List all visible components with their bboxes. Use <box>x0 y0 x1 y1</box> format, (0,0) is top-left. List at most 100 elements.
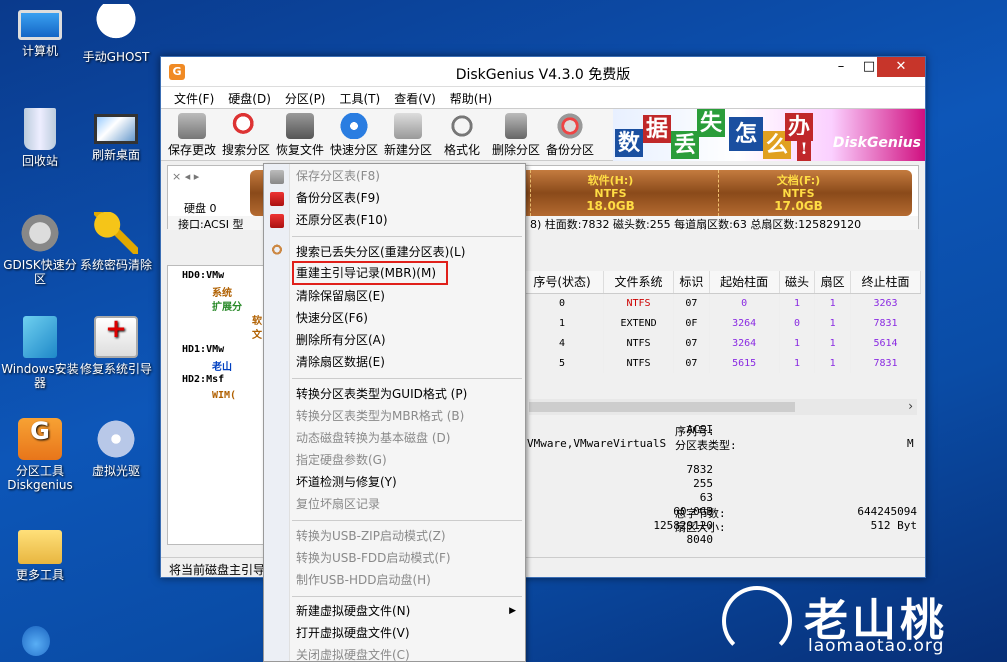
tree-node-laoshan[interactable]: 老山 <box>212 358 232 373</box>
scrollbar-thumb[interactable] <box>529 402 795 412</box>
disk-icon <box>340 113 368 139</box>
scroll-right-icon[interactable]: › <box>908 399 913 413</box>
desktop-icon-boot-repair[interactable]: 修复系统引导 <box>76 316 156 376</box>
title-bar[interactable]: G DiskGenius V4.3.0 免费版 – □ ✕ <box>161 57 925 87</box>
menu-item-rebuild-mbr[interactable]: 重建主引导记录(MBR)(M) <box>292 261 448 285</box>
col-sector[interactable]: 扇区 <box>814 271 852 294</box>
tool-label: 新建分区 <box>383 143 432 157</box>
table-row[interactable]: 4 NTFS 07 3264 1 1 5614 <box>521 333 921 353</box>
quick-partition-button[interactable]: 快速分区 <box>327 109 381 158</box>
desktop-icon-recycle-bin[interactable]: 回收站 <box>0 108 80 168</box>
ad-banner[interactable]: 数 据 丢 失 怎 么 办 ! DiskGenius <box>613 109 925 161</box>
desktop-icon-diskgenius[interactable]: 分区工具Diskgenius <box>0 418 80 492</box>
banner-char: 据 <box>643 115 671 143</box>
search-partition-button[interactable]: 搜索分区 <box>219 109 273 158</box>
menu-partition[interactable]: 分区(P) <box>278 87 333 108</box>
menu-item-restore-partition-table[interactable]: 还原分区表(F10) <box>296 210 522 230</box>
menu-item-search-lost-partitions[interactable]: 搜索已丢失分区(重建分区表)(L) <box>296 242 522 262</box>
desktop-icon-windows-installer[interactable]: Windows安装器 <box>0 316 80 390</box>
tree-node-docs[interactable]: 文 <box>252 326 262 341</box>
table-row[interactable]: 1 EXTEND 0F 3264 0 1 7831 <box>521 313 921 333</box>
menu-item-clear-sector-data[interactable]: 清除扇区数据(E) <box>296 352 522 372</box>
disk-label: 硬盘 0 <box>184 202 217 215</box>
menu-item-disk-params[interactable]: 指定硬盘参数(G) <box>296 450 522 470</box>
delete-partition-button[interactable]: 删除分区 <box>489 109 543 158</box>
tool-label: 备份分区 <box>545 143 594 157</box>
table-horizontal-scrollbar[interactable]: › <box>529 399 917 415</box>
banner-char: 数 <box>615 129 643 157</box>
menu-disk[interactable]: 硬盘(D) <box>221 87 278 108</box>
menu-item-usb-fdd[interactable]: 转换为USB-FDD启动模式(F) <box>296 548 522 568</box>
close-button[interactable]: ✕ <box>877 57 925 77</box>
tree-node-extended[interactable]: 扩展分 <box>212 298 242 313</box>
menu-item-backup-partition-table[interactable]: 备份分区表(F9) <box>296 188 522 208</box>
col-end-cyl[interactable]: 终止柱面 <box>850 271 921 294</box>
menu-separator <box>292 596 522 597</box>
tree-node-hd2[interactable]: HD2:Msf <box>182 374 224 385</box>
format-button[interactable]: 格式化 <box>435 109 489 158</box>
recover-files-button[interactable]: 恢复文件 <box>273 109 327 158</box>
menu-item-open-virtual-disk[interactable]: 打开虚拟硬盘文件(V) <box>296 623 522 643</box>
desktop-icon-password-clear[interactable]: 系统密码清除 <box>76 212 156 272</box>
menu-item-usb-hdd[interactable]: 制作USB-HDD启动盘(H) <box>296 570 522 590</box>
desktop-icon-refresh[interactable]: 刷新桌面 <box>76 108 156 162</box>
desktop-icon-label: 分区工具Diskgenius <box>7 464 73 492</box>
watermark-url: laomaotao.org <box>808 636 945 656</box>
tree-node-software[interactable]: 软 <box>252 312 262 327</box>
menu-item-quick-partition[interactable]: 快速分区(F6) <box>296 308 522 328</box>
menu-file[interactable]: 文件(F) <box>167 87 221 108</box>
new-partition-button[interactable]: 新建分区 <box>381 109 435 158</box>
computer-icon <box>18 10 62 40</box>
menu-item-delete-all-partitions[interactable]: 删除所有分区(A) <box>296 330 522 350</box>
menu-item-clear-reserved-sectors[interactable]: 清除保留扇区(E) <box>296 286 522 306</box>
disk-nav-arrows[interactable]: × ◂ ▸ <box>172 170 199 183</box>
tree-node-wim[interactable]: WIM( <box>212 390 236 401</box>
menu-item-reset-bad-sectors[interactable]: 复位坏扇区记录 <box>296 494 522 514</box>
col-index[interactable]: 序号(状态) <box>521 271 605 294</box>
desktop-icon-gdisk[interactable]: GDISK快速分区 <box>0 212 80 286</box>
minimize-button[interactable]: – <box>827 57 855 77</box>
peach-icon[interactable] <box>22 626 50 656</box>
tree-node-system[interactable]: 系统 <box>212 284 232 299</box>
menu-item-convert-to-guid[interactable]: 转换分区表类型为GUID格式 (P) <box>296 384 522 404</box>
table-row[interactable]: 5 NTFS 07 5615 1 1 7831 <box>521 353 921 373</box>
tree-node-hd1[interactable]: HD1:VMw <box>182 344 224 355</box>
menu-view[interactable]: 查看(V) <box>387 87 443 108</box>
table-row[interactable]: 0 NTFS 07 0 1 1 3263 <box>521 293 921 313</box>
menu-separator <box>292 520 522 521</box>
menu-item-dynamic-to-basic[interactable]: 动态磁盘转换为基本磁盘 (D) <box>296 428 522 448</box>
menu-item-convert-to-mbr[interactable]: 转换分区表类型为MBR格式 (B) <box>296 406 522 426</box>
cell-sector: 1 <box>814 293 852 313</box>
trash-icon <box>505 113 527 139</box>
desktop-icon-virtual-drive[interactable]: 虚拟光驱 <box>76 418 156 478</box>
cell-start-cyl: 3264 <box>709 333 780 353</box>
cell-fs: NTFS <box>603 293 675 313</box>
menu-tools[interactable]: 工具(T) <box>333 87 388 108</box>
menu-item-usb-zip[interactable]: 转换为USB-ZIP启动模式(Z) <box>296 526 522 546</box>
cell-sector: 1 <box>814 353 852 373</box>
menu-help[interactable]: 帮助(H) <box>443 87 499 108</box>
tree-node-hd0[interactable]: HD0:VMw <box>182 270 224 281</box>
search-lost-partition-icon <box>270 244 284 258</box>
backup-partition-button[interactable]: 备份分区 <box>543 109 597 158</box>
col-head[interactable]: 磁头 <box>779 271 816 294</box>
backup-icon <box>556 113 584 139</box>
col-id[interactable]: 标识 <box>673 271 710 294</box>
cell-index: 1 <box>521 313 605 333</box>
menu-item-save-partition-table[interactable]: 保存分区表(F8) <box>296 166 522 186</box>
desktop-icon-more-tools[interactable]: 更多工具 <box>0 522 80 582</box>
partition-block-documents[interactable]: 文档(F:) NTFS 17.0GB <box>718 170 878 216</box>
menu-item-close-virtual-disk[interactable]: 关闭虚拟硬盘文件(C) <box>296 645 522 661</box>
submenu-arrow-icon: ▶ <box>509 606 516 616</box>
desktop-icon-ghost[interactable]: 手动GHOST <box>76 4 156 64</box>
cell-start-cyl: 0 <box>709 293 780 313</box>
tool-label: 删除分区 <box>491 143 540 157</box>
col-start-cyl[interactable]: 起始柱面 <box>709 271 780 294</box>
menu-item-bad-sector-check[interactable]: 坏道检测与修复(Y) <box>296 472 522 492</box>
desktop-icon-computer[interactable]: 计算机 <box>0 4 80 58</box>
cell-end-cyl: 7831 <box>850 313 921 333</box>
partition-block-software[interactable]: 软件(H:) NTFS 18.0GB <box>530 170 690 216</box>
save-changes-button[interactable]: 保存更改 <box>165 109 219 158</box>
col-filesystem[interactable]: 文件系统 <box>603 271 675 294</box>
menu-item-new-virtual-disk[interactable]: 新建虚拟硬盘文件(N) ▶ <box>296 601 522 621</box>
